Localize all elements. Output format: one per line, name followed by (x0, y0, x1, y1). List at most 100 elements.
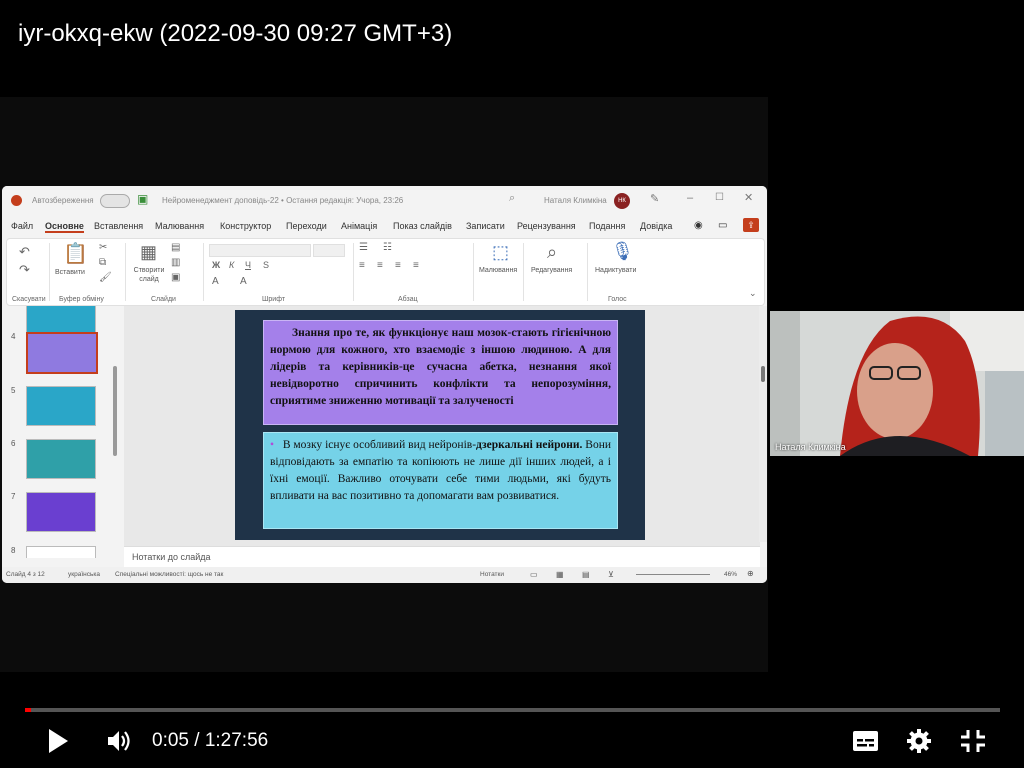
ppt-titlebar: Автозбереження ▣ Нейроменеджмент доповід… (2, 186, 767, 216)
zoom-slider[interactable] (636, 574, 710, 575)
tab-help[interactable]: Довідка (640, 221, 672, 231)
highlight-icon[interactable]: A (240, 277, 247, 287)
tab-transitions[interactable]: Переходи (286, 221, 327, 231)
video-title: iyr-okxq-ekw (2022-09-30 09:27 GMT+3) (18, 20, 453, 47)
share-icon[interactable]: ⇪ (743, 218, 759, 232)
pen-icon[interactable]: ✎ (650, 192, 659, 205)
slide-text-1: Знання про те, як функціонує наш мозок-с… (270, 327, 611, 407)
align-left-icon[interactable]: ≡ (359, 261, 365, 271)
save-icon[interactable]: ▣ (137, 192, 148, 206)
slide-thumbnail[interactable] (26, 386, 96, 426)
font-color-icon[interactable]: A (212, 277, 219, 287)
slide-counter: Слайд 4 з 12 (6, 571, 45, 578)
record-icon[interactable]: ◉ (694, 220, 703, 231)
search-icon[interactable]: ⌕ (509, 192, 515, 205)
notes-placeholder[interactable]: Нотатки до слайда (132, 552, 211, 562)
slide-number: 4 (11, 332, 16, 341)
redo-icon[interactable]: ↷ (19, 263, 30, 276)
underline-icon[interactable]: Ч (245, 261, 251, 270)
time-current: 0:05 (152, 730, 189, 751)
align-right-icon[interactable]: ≡ (395, 261, 401, 271)
tab-home[interactable]: Основне (45, 221, 84, 233)
autosave-toggle[interactable] (100, 194, 130, 208)
fit-slide-icon[interactable]: ⊕ (747, 569, 754, 578)
copy-icon[interactable]: ⧉ (99, 258, 106, 268)
editing-search-icon[interactable]: ⌕ (547, 243, 557, 261)
exit-fullscreen-icon[interactable] (960, 729, 986, 753)
drawing-icon[interactable]: ⬚ (492, 243, 509, 261)
reset-icon[interactable]: ▥ (171, 258, 180, 268)
accessibility-status[interactable]: Спеціальні можливості: щось не так (115, 571, 223, 578)
microphone-icon[interactable]: 🎙 (611, 242, 634, 260)
tab-review[interactable]: Рецензування (517, 221, 576, 231)
reading-view-icon[interactable]: ▤ (582, 570, 590, 579)
language[interactable]: українська (68, 571, 100, 578)
format-painter-icon[interactable]: 🖌 (99, 273, 112, 283)
avatar[interactable]: НК (614, 193, 630, 209)
notes-pane[interactable]: Нотатки до слайда (124, 546, 760, 567)
volume-icon[interactable] (106, 729, 132, 753)
undo-icon[interactable]: ↶ (19, 245, 30, 258)
webcam-image (770, 311, 1024, 456)
numbering-icon[interactable]: ☷ (383, 243, 392, 253)
slide-textbox-purple[interactable]: Знання про те, як функціонує наш мозок-с… (263, 320, 618, 425)
settings-gear-icon[interactable] (906, 728, 932, 754)
new-slide-label[interactable]: Створити слайд (129, 266, 169, 284)
powerpoint-window[interactable]: Автозбереження ▣ Нейроменеджмент доповід… (2, 186, 767, 583)
slide-sorter-icon[interactable]: ▦ (556, 570, 564, 579)
drawing-label[interactable]: Малювання (479, 267, 517, 274)
tab-animations[interactable]: Анімація (341, 221, 377, 231)
notes-button[interactable]: Нотатки (480, 571, 504, 578)
slideshow-icon[interactable]: ⊻ (608, 570, 614, 579)
tab-view[interactable]: Подання (589, 221, 625, 231)
dictate-label[interactable]: Надиктувати (595, 267, 636, 274)
comments-icon[interactable]: ▭ (718, 220, 727, 231)
slide-thumbnail[interactable] (26, 546, 96, 558)
slide-textbox-cyan[interactable]: • В мозку існує особливий вид нейронів-д… (263, 432, 618, 529)
shadow-icon[interactable]: S (263, 261, 269, 270)
ribbon-tabs: Файл Основне Вставлення Малювання Констр… (2, 218, 767, 236)
slide-thumbnail[interactable] (26, 492, 96, 532)
document-title[interactable]: Нейроменеджмент доповідь-22 • Остання ре… (162, 196, 403, 205)
align-center-icon[interactable]: ≡ (377, 261, 383, 271)
zoom-level[interactable]: 46% (724, 571, 737, 578)
slide-editor[interactable]: Знання про те, як функціонує наш мозок-с… (124, 306, 760, 546)
user-name[interactable]: Наталя Климкіна (544, 196, 607, 205)
font-group-label: Шрифт (262, 296, 286, 303)
tab-insert[interactable]: Вставлення (94, 221, 143, 231)
slide-scrollbar[interactable] (759, 306, 767, 542)
thumbnail-scrollbar[interactable] (113, 366, 117, 456)
current-slide[interactable]: Знання про те, як функціонує наш мозок-с… (235, 310, 645, 540)
tab-design[interactable]: Конструктор (220, 221, 271, 231)
editing-label[interactable]: Редагування (531, 267, 572, 274)
tab-draw[interactable]: Малювання (155, 221, 204, 231)
normal-view-icon[interactable]: ▭ (530, 570, 538, 579)
slide-number: 5 (11, 386, 16, 395)
bold-icon[interactable]: Ж (212, 261, 220, 270)
tab-file[interactable]: Файл (11, 221, 33, 231)
time-display: 0:05 / 1:27:56 (152, 730, 268, 752)
paste-icon[interactable]: 📋 (63, 244, 88, 264)
layout-icon[interactable]: ▤ (171, 243, 180, 253)
maximize-icon[interactable]: ☐ (715, 192, 724, 203)
justify-icon[interactable]: ≡ (413, 261, 419, 271)
progress-bar[interactable] (25, 708, 1000, 712)
subtitles-icon[interactable] (852, 730, 879, 752)
bullets-icon[interactable]: ☰ (359, 243, 368, 253)
new-slide-icon[interactable]: ▦ (140, 243, 157, 261)
play-icon[interactable] (46, 728, 70, 754)
paragraph-group-label: Абзац (398, 296, 418, 303)
minimize-icon[interactable]: – (687, 192, 693, 204)
tab-slideshow[interactable]: Показ слайдів (393, 221, 452, 231)
slide-thumbnail[interactable] (26, 332, 98, 374)
section-icon[interactable]: ▣ (171, 273, 180, 283)
slide-thumbnail[interactable] (26, 439, 96, 479)
collapse-ribbon-icon[interactable]: ⌄ (749, 289, 757, 298)
italic-icon[interactable]: К (229, 261, 234, 270)
font-size-dropdown[interactable] (313, 244, 345, 257)
paste-label[interactable]: Вставити (55, 269, 85, 276)
tab-record[interactable]: Записати (466, 221, 505, 231)
close-icon[interactable]: ✕ (744, 191, 753, 204)
font-name-dropdown[interactable] (209, 244, 311, 257)
cut-icon[interactable]: ✂ (99, 243, 107, 253)
